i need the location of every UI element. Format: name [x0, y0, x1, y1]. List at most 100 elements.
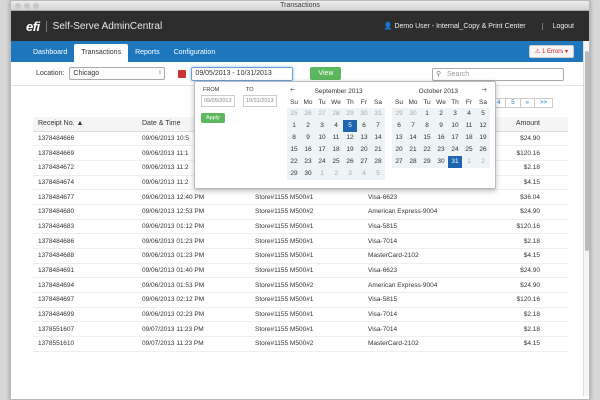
table-row[interactable]: 1378484677 09/06/2013 12:40 PM Store#1155 … [33, 189, 568, 205]
calendar-day[interactable]: 5 [343, 120, 357, 132]
calendar-day[interactable]: 9 [434, 120, 448, 132]
table-row[interactable]: 1378551607 09/07/2013 11:23 PM Store#1155 … [33, 321, 568, 338]
calendar-day[interactable]: 5 [476, 108, 490, 120]
calendar-day[interactable]: 19 [476, 132, 490, 144]
calendar-day[interactable]: 17 [315, 144, 329, 156]
close-window-button[interactable] [15, 3, 21, 9]
zoom-window-button[interactable] [33, 3, 39, 9]
calendar-day[interactable]: 4 [329, 120, 343, 132]
calendar-day[interactable]: 19 [343, 144, 357, 156]
calendar-day[interactable]: 24 [448, 144, 462, 156]
calendar-day[interactable]: 12 [476, 120, 490, 132]
calendar-day[interactable]: 29 [392, 108, 406, 120]
calendar-day[interactable]: 24 [315, 156, 329, 168]
table-row[interactable]: 1378484683 09/06/2013 01:12 PM Store#1155 … [33, 219, 568, 235]
table-row[interactable]: 1378484697 09/06/2013 02:12 PM Store#1155 … [33, 292, 568, 308]
tab-reports[interactable]: Reports [128, 44, 167, 62]
calendar-day[interactable]: 1 [287, 120, 301, 132]
table-row[interactable]: 1378484680 09/06/2013 12:53 PM Store#1155 … [33, 204, 568, 220]
calendar-day[interactable]: 6 [357, 120, 371, 132]
calendar-day[interactable]: 16 [434, 132, 448, 144]
calendar-day[interactable]: 3 [315, 120, 329, 132]
calendar-day[interactable]: 31 [448, 156, 462, 168]
calendar-day[interactable]: 17 [448, 132, 462, 144]
calendar-day[interactable]: 27 [392, 156, 406, 168]
table-row[interactable]: 1378484694 09/06/2013 01:53 PM Store#1155 … [33, 277, 568, 294]
efi-logo[interactable]: efi [26, 19, 40, 34]
calendar-day[interactable]: 16 [301, 144, 315, 156]
calendar-day[interactable]: 11 [462, 120, 476, 132]
date-range-input[interactable]: 09/05/2013 - 10/31/2013 [191, 66, 294, 81]
next-month-icon[interactable]: 🡢 [482, 86, 487, 97]
calendar-day[interactable]: 26 [301, 108, 315, 120]
calendar-day[interactable]: 22 [287, 156, 301, 168]
calendar-day[interactable]: 30 [301, 168, 315, 180]
calendar-day[interactable]: 27 [357, 156, 371, 168]
calendar-day[interactable]: 2 [301, 120, 315, 132]
table-row[interactable]: 1378484686 09/06/2013 01:23 PM Store#1155 … [33, 233, 568, 249]
calendar-day[interactable]: 31 [371, 108, 385, 120]
calendar-day[interactable]: 8 [287, 132, 301, 144]
calendar-day[interactable]: 30 [406, 108, 420, 120]
calendar-day[interactable]: 6 [392, 120, 406, 132]
calendar-day[interactable]: 7 [371, 120, 385, 132]
calendar-day[interactable]: 29 [343, 108, 357, 120]
calendar-day[interactable]: 1 [315, 168, 329, 180]
calendar-day[interactable]: 18 [462, 132, 476, 144]
calendar-day[interactable]: 3 [448, 108, 462, 120]
location-select[interactable]: Chicago ↕ [69, 67, 166, 80]
calendar-day[interactable]: 15 [420, 132, 434, 144]
calendar-day[interactable]: 10 [448, 120, 462, 132]
search-input[interactable]: ⚲ Search [432, 68, 564, 81]
to-date-input[interactable]: 10/31/2013 [243, 95, 277, 107]
calendar-day[interactable]: 30 [434, 156, 448, 168]
calendar-day[interactable]: 26 [343, 156, 357, 168]
calendar-day[interactable]: 14 [406, 132, 420, 144]
calendar-day[interactable]: 12 [343, 132, 357, 144]
calendar-day[interactable]: 27 [315, 108, 329, 120]
apply-button[interactable]: Apply [201, 113, 225, 123]
calendar-day[interactable]: 4 [462, 108, 476, 120]
calendar-day[interactable]: 28 [406, 156, 420, 168]
calendar-day[interactable]: 7 [406, 120, 420, 132]
tab-configuration[interactable]: Configuration [167, 44, 223, 62]
user-menu[interactable]: 👤 Demo User - Internal_Copy & Print Cent… [384, 22, 526, 30]
next-page-button[interactable]: » [519, 98, 535, 108]
calendar-day[interactable]: 15 [287, 144, 301, 156]
calendar-day[interactable]: 11 [329, 132, 343, 144]
page-5[interactable]: 5 [505, 98, 521, 108]
calendar-day[interactable]: 9 [301, 132, 315, 144]
calendar-day[interactable]: 30 [357, 108, 371, 120]
calendar-day[interactable]: 20 [357, 144, 371, 156]
calendar-day[interactable]: 2 [329, 168, 343, 180]
table-row[interactable]: 1378551610 09/07/2013 11:23 PM Store#1155 … [33, 336, 568, 352]
tab-dashboard[interactable]: Dashboard [26, 44, 74, 62]
calendar-day[interactable]: 1 [462, 156, 476, 168]
table-row[interactable]: 1378484691 09/06/2013 01:40 PM Store#1155 … [33, 263, 568, 279]
table-row[interactable]: 1378484688 09/06/2013 01:23 PM Store#1155 … [33, 248, 568, 264]
calendar-day[interactable]: 25 [462, 144, 476, 156]
calendar-day[interactable]: 20 [392, 144, 406, 156]
calendar-day[interactable]: 14 [371, 132, 385, 144]
calendar-day[interactable]: 13 [392, 132, 406, 144]
table-row[interactable]: 1378484699 09/06/2013 02:23 PM Store#1155 … [33, 307, 568, 323]
calendar-day[interactable]: 10 [315, 132, 329, 144]
scrollbar[interactable] [583, 41, 589, 396]
calendar-day[interactable]: 22 [420, 144, 434, 156]
calendar-day[interactable]: 18 [329, 144, 343, 156]
calendar-day[interactable]: 1 [420, 108, 434, 120]
calendar-day[interactable]: 21 [406, 144, 420, 156]
from-date-input[interactable]: 09/05/2013 [201, 95, 235, 107]
scrollbar-thumb[interactable] [585, 51, 589, 251]
prev-month-icon[interactable]: 🡠 [290, 86, 295, 97]
col-receipt-no[interactable]: Receipt No. ▲ [33, 117, 137, 132]
calendar-day[interactable]: 2 [476, 156, 490, 168]
calendar-day[interactable]: 29 [420, 156, 434, 168]
calendar-day[interactable]: 29 [287, 168, 301, 180]
tab-transactions[interactable]: Transactions [74, 44, 129, 62]
calendar-day[interactable]: 25 [329, 156, 343, 168]
errors-badge[interactable]: ⚠ 1 Errors ▾ [528, 45, 574, 58]
calendar-day[interactable]: 4 [357, 168, 371, 180]
calendar-day[interactable]: 28 [329, 108, 343, 120]
calendar-day[interactable]: 26 [476, 144, 490, 156]
